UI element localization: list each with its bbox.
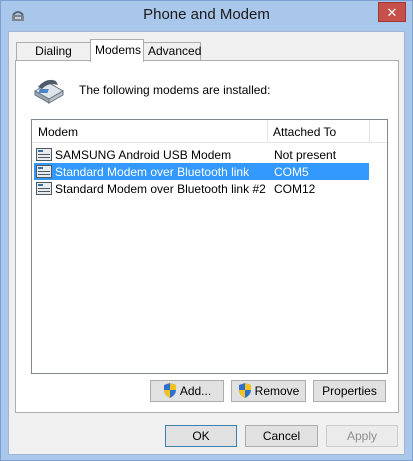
modem-icon xyxy=(36,148,52,161)
close-button[interactable]: ✕ xyxy=(378,2,406,22)
modem-icon xyxy=(36,165,52,178)
column-divider[interactable] xyxy=(267,120,268,143)
properties-button[interactable]: Properties xyxy=(313,380,386,402)
remove-button-label: Remove xyxy=(254,384,300,398)
column-header-attached-to[interactable]: Attached To xyxy=(273,125,336,139)
modem-name: Standard Modem over Bluetooth link #2 xyxy=(55,182,266,196)
modems-list[interactable]: Modem Attached To SAMSUNG Android USB Mo… xyxy=(31,119,388,374)
modem-name: SAMSUNG Android USB Modem xyxy=(55,148,232,162)
tab-modems[interactable]: Modems xyxy=(90,39,144,62)
dialog-client-area: Dialing Rules Modems Advanced The follow… xyxy=(8,31,405,455)
column-divider[interactable] xyxy=(369,120,370,143)
modem-port: COM12 xyxy=(274,182,316,196)
add-button[interactable]: Add... xyxy=(150,380,224,402)
list-item[interactable]: SAMSUNG Android USB Modem Not present xyxy=(34,146,369,163)
apply-button[interactable]: Apply xyxy=(326,425,398,447)
modem-icon xyxy=(36,182,52,195)
uac-shield-icon xyxy=(238,382,251,398)
window-title: Phone and Modem xyxy=(143,6,270,23)
list-item-selected[interactable]: Standard Modem over Bluetooth link COM5 xyxy=(34,163,369,180)
ok-button[interactable]: OK xyxy=(165,425,237,447)
tab-advanced[interactable]: Advanced xyxy=(143,42,201,61)
uac-shield-icon xyxy=(163,382,176,398)
remove-button[interactable]: Remove xyxy=(231,380,306,402)
modem-port: Not present xyxy=(274,148,337,162)
telephone-modem-icon xyxy=(33,79,65,104)
list-header: Modem Attached To xyxy=(32,120,387,143)
modems-tab-panel: The following modems are installed: Mode… xyxy=(15,60,399,413)
column-header-modem[interactable]: Modem xyxy=(38,125,78,139)
tab-dialing-rules[interactable]: Dialing Rules xyxy=(16,42,91,75)
add-button-label: Add... xyxy=(179,384,212,398)
modem-name: Standard Modem over Bluetooth link xyxy=(55,165,250,179)
phone-and-modem-window: Phone and Modem ✕ Dialing Rules Modems A… xyxy=(0,0,413,461)
modem-port: COM5 xyxy=(274,165,309,179)
cancel-button[interactable]: Cancel xyxy=(245,425,318,447)
modems-intro-text: The following modems are installed: xyxy=(79,83,271,97)
title-bar[interactable]: Phone and Modem ✕ xyxy=(1,1,412,31)
list-item[interactable]: Standard Modem over Bluetooth link #2 CO… xyxy=(34,180,369,197)
